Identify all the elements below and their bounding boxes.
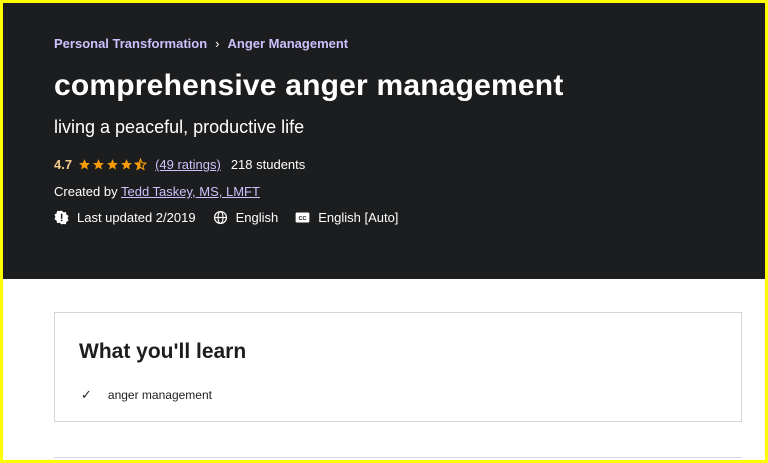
rating-stars: [78, 158, 148, 171]
course-subtitle: living a peaceful, productive life: [54, 117, 305, 137]
language: English: [213, 210, 279, 225]
divider: [54, 457, 742, 458]
course-hero: Personal Transformation › Anger Manageme…: [3, 3, 765, 279]
half-star-icon: [134, 158, 148, 171]
language-text: English: [235, 210, 279, 225]
captions: CC English [Auto]: [295, 210, 398, 225]
created-by-row: Created by Tedd Taskey, MS, LMFT: [54, 184, 260, 199]
star-icon: [93, 159, 104, 170]
alert-badge-icon: [54, 210, 69, 225]
learn-item-text: anger management: [107, 388, 212, 402]
globe-icon: [213, 210, 227, 225]
svg-text:CC: CC: [299, 216, 307, 222]
created-by-label: Created by: [54, 184, 118, 199]
last-updated-text: Last updated 2/2019: [77, 210, 196, 225]
star-icon: [121, 159, 132, 170]
rating-value: 4.7: [54, 157, 73, 172]
star-icon: [107, 159, 118, 170]
instructor-link[interactable]: Tedd Taskey, MS, LMFT: [121, 184, 260, 199]
last-updated: Last updated 2/2019: [54, 210, 196, 225]
breadcrumb-item-personal-transformation[interactable]: Personal Transformation: [54, 36, 207, 51]
chevron-right-icon: ›: [215, 36, 220, 51]
captions-text: English [Auto]: [318, 210, 399, 225]
rating-row: 4.7 (49 ratings) 218 students: [54, 157, 305, 172]
what-youll-learn-box: What you'll learn ✓ anger management: [54, 312, 742, 422]
breadcrumb-item-anger-management[interactable]: Anger Management: [228, 36, 349, 51]
students-count: 218 students: [230, 157, 306, 172]
closed-captions-icon: CC: [295, 212, 310, 223]
breadcrumb: Personal Transformation › Anger Manageme…: [54, 36, 348, 51]
ratings-count-link[interactable]: (49 ratings): [155, 157, 221, 172]
what-youll-learn-heading: What you'll learn: [79, 340, 247, 363]
course-title: comprehensive anger management: [54, 69, 564, 102]
page-frame: Personal Transformation › Anger Manageme…: [3, 3, 765, 460]
star-icon: [79, 159, 90, 170]
check-icon: ✓: [81, 387, 92, 402]
course-meta-row: Last updated 2/2019 English CC English […: [54, 210, 415, 225]
learn-item: ✓ anger management: [81, 387, 212, 403]
